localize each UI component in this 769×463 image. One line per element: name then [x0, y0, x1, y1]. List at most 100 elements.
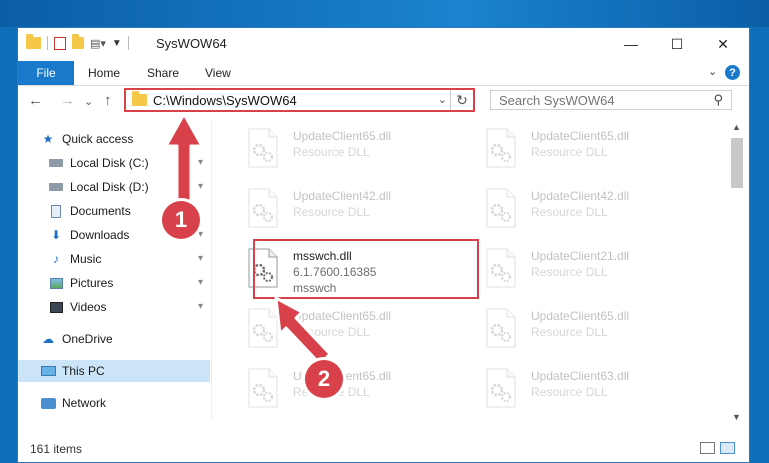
sidebar-item-downloads[interactable]: ⬇ Downloads	[48, 224, 129, 246]
up-button[interactable]: ↑	[104, 92, 112, 109]
tab-file[interactable]: File	[18, 61, 74, 85]
file-description: Resource DLL	[293, 145, 370, 159]
address-path[interactable]: C:\Windows\SysWOW64	[153, 93, 297, 108]
scrollbar-thumb[interactable]	[731, 138, 743, 188]
forward-button[interactable]: →	[60, 92, 75, 109]
dll-file-icon	[486, 308, 516, 348]
file-item[interactable]: UpdateClient21.dll Resource DLL	[473, 242, 693, 300]
file-item[interactable]: UpdateClient42.dll Resource DLL	[473, 182, 693, 240]
navigation-pane: ★ Quick access Local Disk (C:) ▾ Local D…	[18, 120, 212, 420]
file-description: Resource DLL	[293, 205, 370, 219]
sidebar-item-pictures[interactable]: Pictures	[48, 272, 113, 294]
videos-icon	[48, 300, 64, 314]
pin-icon[interactable]: ▾	[198, 181, 203, 192]
file-item[interactable]: UpdateClient65.dllResource DLL	[473, 302, 693, 360]
pin-icon[interactable]: ▾	[198, 277, 203, 288]
expand-ribbon-icon[interactable]: ⌄	[708, 65, 717, 78]
pin-icon[interactable]: ▾	[198, 301, 203, 312]
sidebar-item-label: Network	[62, 396, 107, 410]
file-name: UpdateClient42.dll	[293, 189, 392, 203]
new-folder-icon[interactable]	[72, 34, 84, 49]
file-name: UpdateClient65.dll	[293, 309, 392, 323]
file-item[interactable]: UpdateClient65.dll Resource DLL	[235, 122, 455, 180]
sidebar-item-label: Local Disk (D:)	[70, 180, 149, 194]
sidebar-item-local-disk-d[interactable]: Local Disk (D:)	[48, 176, 149, 198]
maximize-button[interactable]: ☐	[654, 28, 700, 60]
file-name: UpdateClient42.dll	[531, 189, 630, 203]
tab-view[interactable]: View	[205, 61, 231, 85]
recent-locations-button[interactable]: ⌄	[84, 95, 93, 108]
dll-file-icon	[248, 308, 278, 348]
file-description: Resource DLL	[531, 265, 608, 279]
window-title: SysWOW64	[156, 36, 227, 51]
item-count: 161 items	[30, 442, 83, 456]
sidebar-item-videos[interactable]: Videos	[48, 296, 106, 318]
sidebar-item-quick-access[interactable]: ★ Quick access	[40, 128, 134, 150]
pin-icon[interactable]: ▾	[198, 157, 203, 168]
tab-share[interactable]: Share	[147, 61, 179, 85]
file-item[interactable]: UpdateClient63.dll Resource DLL	[473, 362, 693, 420]
sidebar-item-label: OneDrive	[62, 332, 113, 346]
sidebar-item-documents[interactable]: Documents	[48, 200, 131, 222]
vertical-scrollbar[interactable]: ▲ ▼	[729, 120, 745, 424]
computer-icon	[40, 364, 56, 378]
sidebar-item-label: Downloads	[70, 228, 130, 242]
file-item[interactable]: UpdateClient65.dllResource DLL	[235, 362, 455, 420]
sidebar-item-network[interactable]: Network	[40, 392, 106, 414]
sidebar-item-label: This PC	[62, 364, 105, 378]
properties-icon[interactable]	[54, 36, 66, 50]
network-icon	[40, 396, 56, 410]
sidebar-item-this-pc[interactable]: This PC	[18, 360, 210, 382]
sidebar-item-label: Videos	[70, 300, 107, 314]
file-name: UpdateClient65.dll	[531, 309, 630, 323]
sidebar-item-local-disk-c[interactable]: Local Disk (C:)	[48, 152, 149, 174]
sidebar-item-label: Documents	[70, 204, 131, 218]
pin-icon[interactable]: ▾	[198, 229, 203, 240]
ribbon-tabs: File Home Share View ⌄ ?	[18, 61, 749, 86]
file-item[interactable]: UpdateClient42.dll Resource DLL	[235, 182, 455, 240]
tab-home[interactable]: Home	[88, 61, 120, 85]
step-2-badge: 2	[305, 360, 343, 398]
file-name: UpdateClient65.dll	[531, 129, 630, 143]
sidebar-item-label: Music	[70, 252, 102, 266]
sidebar-item-label: Quick access	[62, 132, 134, 146]
file-item[interactable]: UpdateClient65.dllResource DLL	[473, 122, 693, 180]
music-icon: ♪	[53, 252, 59, 266]
qat-dropdown-icon[interactable]: ▼	[112, 38, 122, 49]
address-bar[interactable]: C:\Windows\SysWOW64 ⌄ ↻	[124, 88, 475, 112]
download-icon: ⬇	[50, 228, 62, 242]
close-button[interactable]: ✕	[700, 28, 746, 60]
dll-file-icon	[248, 128, 278, 168]
address-dropdown-icon[interactable]: ⌄	[438, 93, 447, 106]
dll-file-icon	[486, 128, 516, 168]
step-1-badge: 1	[162, 201, 200, 239]
search-input[interactable]	[497, 91, 701, 109]
minimize-button[interactable]: —	[608, 28, 654, 60]
pin-icon[interactable]: ▾	[198, 253, 203, 264]
star-icon: ★	[42, 132, 54, 146]
refresh-button[interactable]: ↻	[450, 90, 473, 110]
dll-file-icon	[486, 368, 516, 408]
sidebar-item-label: Local Disk (C:)	[70, 156, 149, 170]
search-icon[interactable]: ⚲	[713, 92, 723, 108]
customize-icon[interactable]: ▤▾	[90, 37, 106, 50]
back-button[interactable]: ←	[28, 92, 43, 109]
dll-file-icon	[486, 188, 516, 228]
sidebar-item-music[interactable]: ♪ Music	[48, 248, 101, 270]
explorer-window: ▤▾ ▼ SysWOW64 — ☐ ✕ File Home Share View…	[17, 27, 750, 463]
scroll-up-icon[interactable]: ▲	[732, 122, 741, 132]
sidebar-item-onedrive[interactable]: ☁ OneDrive	[40, 328, 113, 350]
file-description: Resource DLL	[531, 385, 608, 399]
scroll-down-icon[interactable]: ▼	[732, 412, 741, 422]
file-name: UpdateClient65.dll	[293, 129, 392, 143]
folder-icon[interactable]	[26, 34, 41, 49]
documents-icon	[48, 204, 64, 218]
file-name: UpdateClient63.dll	[531, 369, 630, 383]
dll-file-icon	[248, 368, 278, 408]
large-icons-view-icon[interactable]	[720, 442, 735, 454]
search-box[interactable]: ⚲	[490, 90, 732, 110]
help-icon[interactable]: ?	[725, 65, 740, 80]
drive-icon	[48, 180, 64, 194]
file-item[interactable]: UpdateClient65.dllResource DLL	[235, 302, 455, 360]
details-view-icon[interactable]	[700, 442, 715, 454]
